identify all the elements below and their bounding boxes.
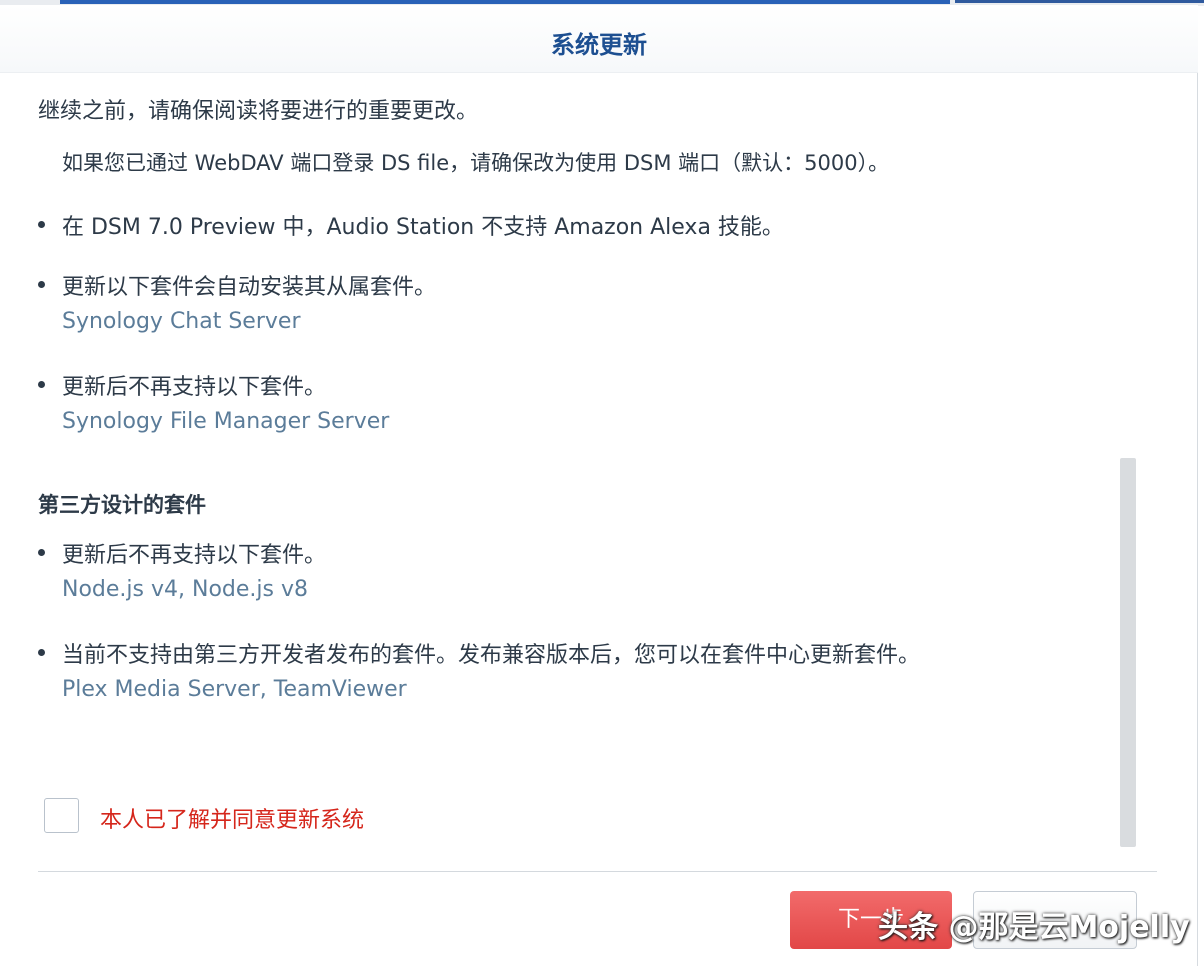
watermark-text: 头条 @那是云Mojelly — [878, 910, 1190, 945]
dialog-title: 系统更新 — [551, 31, 647, 59]
list-item-text: 更新以下套件会自动安装其从属套件。 — [62, 275, 437, 300]
bullet-dot — [38, 549, 45, 556]
package-name: Plex Media Server, TeamViewer — [62, 677, 407, 702]
list-item-text: 更新后不再支持以下套件。 — [62, 375, 327, 400]
changes-scroll-area[interactable]: 如果您已通过 WebDAV 端口登录 DS file，请确保改为使用 DSM 端… — [38, 133, 1116, 843]
window-top-blue-bar — [60, 0, 950, 4]
third-party-heading: 第三方设计的套件 — [38, 493, 206, 517]
package-name: Synology File Manager Server — [62, 409, 390, 434]
package-name: Node.js v4, Node.js v8 — [62, 577, 308, 602]
list-item-text: 更新后不再支持以下套件。 — [62, 543, 327, 568]
dialog-title-bar: 系统更新 — [0, 5, 1198, 73]
window-top-right-bar — [955, 0, 1204, 3]
agree-checkbox[interactable] — [44, 798, 79, 833]
package-name: Synology Chat Server — [62, 309, 301, 334]
bullet-dot — [38, 381, 45, 388]
bullet-dot — [38, 221, 45, 228]
footer-divider — [38, 871, 1157, 872]
cut-off-line: 如果您已通过 WebDAV 端口登录 DS file，请确保改为使用 DSM 端… — [62, 151, 890, 175]
system-update-dialog: 系统更新 继续之前，请确保阅读将要进行的重要更改。 如果您已通过 WebDAV … — [0, 5, 1198, 966]
bullet-dot — [38, 649, 45, 656]
list-item-text: 在 DSM 7.0 Preview 中，Audio Station 不支持 Am… — [62, 215, 784, 240]
agree-label[interactable]: 本人已了解并同意更新系统 — [100, 802, 364, 834]
bullet-dot — [38, 281, 45, 288]
scrollbar-thumb[interactable] — [1120, 458, 1136, 847]
list-item-text: 当前不支持由第三方开发者发布的套件。发布兼容版本后，您可以在套件中心更新套件。 — [62, 643, 921, 668]
intro-text: 继续之前，请确保阅读将要进行的重要更改。 — [38, 99, 479, 124]
